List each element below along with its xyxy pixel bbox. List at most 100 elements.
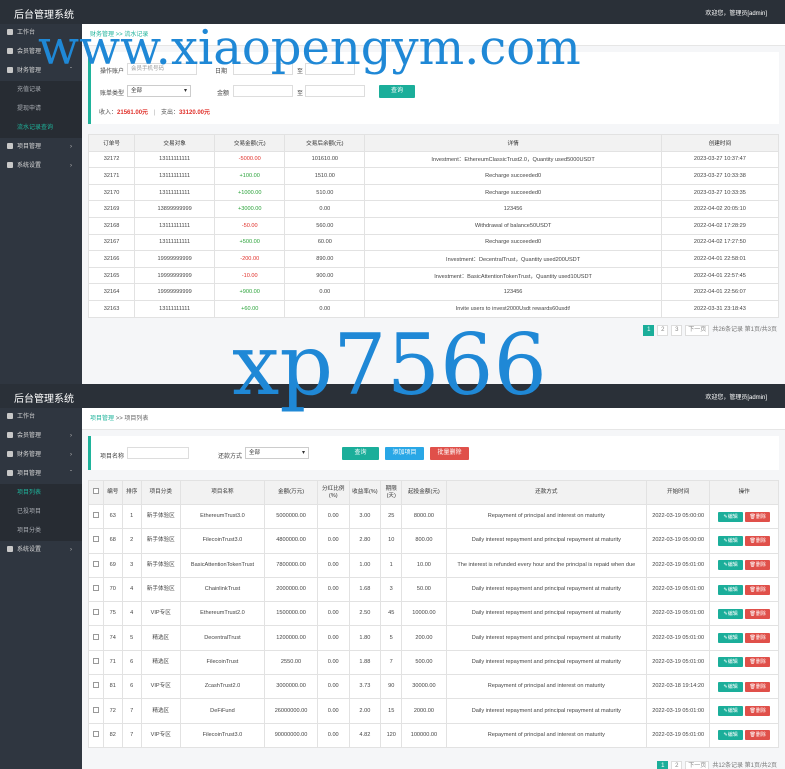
table-cell: 精选区 (140, 649, 181, 676)
checkbox[interactable] (92, 730, 99, 737)
delete-button[interactable]: 🗑删除 (745, 633, 771, 644)
delete-button[interactable]: 🗑删除 (745, 681, 771, 692)
delete-button[interactable]: 🗑删除 (745, 511, 771, 522)
sidebar-item[interactable]: 系统设置 › (0, 157, 82, 176)
select-all-checkbox[interactable] (88, 480, 104, 505)
search-button[interactable]: 查询 (379, 85, 415, 98)
finance-records-screen: 后台管理系统 欢迎您，管理员[admin] 工作台 会员管理 › 财务管理 ˇ 充值记录提… (0, 0, 785, 384)
delete-button[interactable]: 🗑删除 (745, 730, 771, 741)
page-button[interactable]: 2 (671, 761, 683, 769)
table-cell: 7 (380, 649, 403, 676)
table-cell: 500.00 (401, 649, 447, 676)
chevron-icon: › (70, 163, 72, 169)
project-name-input[interactable] (127, 447, 189, 459)
sidebar-item[interactable]: 财务管理 ˇ (0, 62, 82, 81)
edit-button[interactable]: ✎编辑 (718, 560, 744, 571)
row-checkbox[interactable] (88, 698, 104, 724)
table-row: 32170 13111111111 +1000.00 510.00 Recharge s… (87, 183, 780, 202)
delete-button[interactable]: 🗑删除 (745, 608, 771, 619)
checkbox[interactable] (92, 512, 99, 519)
method-select[interactable]: 全部 ▾ (245, 447, 309, 459)
account-input[interactable]: 会员手机号码 (127, 63, 197, 75)
table-row: 32167 13111111111 +500.00 60.00 Recharge suc… (87, 233, 780, 252)
edit-button[interactable]: ✎编辑 (718, 730, 744, 741)
row-actions: ✎编辑 🗑删除 (709, 722, 779, 748)
user-menu[interactable]: 欢迎您，管理员[admin] (705, 392, 767, 401)
search-button[interactable]: 查询 (342, 447, 379, 460)
table-row: 74 5 精选区 DecentralTrust 1200000.00 0.00 1.80 5 2… (88, 625, 779, 651)
page-button[interactable]: 2 (657, 325, 669, 336)
table-cell: 13111111111 (134, 299, 216, 318)
amount-max-input[interactable] (305, 85, 365, 97)
sidebar-subitem[interactable]: 充值记录 (0, 81, 82, 100)
sidebar-item[interactable]: 财务管理 › (0, 446, 82, 465)
page-button[interactable]: 1 (657, 761, 669, 769)
user-menu[interactable]: 欢迎您，管理员[admin] (705, 8, 767, 17)
date-from-input[interactable] (233, 63, 293, 75)
edit-button[interactable]: ✎编辑 (718, 681, 744, 692)
checkbox[interactable] (92, 657, 99, 664)
sidebar-item[interactable]: 系统设置 › (0, 541, 82, 560)
batch-delete-button[interactable]: 批量删除 (430, 447, 469, 460)
table-row: 32164 19999999999 +900.00 0.00 123456 2022-04… (87, 283, 780, 301)
row-checkbox[interactable] (88, 722, 104, 748)
sidebar-subitem[interactable]: 流水记录查询 (0, 119, 82, 138)
delete-button[interactable]: 🗑删除 (745, 535, 771, 546)
type-select[interactable]: 全部 ▾ (127, 85, 191, 97)
edit-button[interactable]: ✎编辑 (718, 584, 744, 595)
checkbox[interactable] (92, 560, 99, 567)
row-checkbox[interactable] (88, 576, 104, 603)
next-page-button[interactable]: 下一页 (685, 325, 710, 336)
row-checkbox[interactable] (88, 528, 104, 554)
table-cell: Daily interest repayment and principal r… (445, 601, 648, 627)
column-header: 交易对象 (134, 134, 216, 152)
page-button[interactable]: 3 (671, 325, 683, 336)
sidebar-item[interactable]: 会员管理 › (0, 43, 82, 62)
breadcrumb-link[interactable]: 项目管理 (90, 416, 114, 422)
project-list-screen: 后台管理系统 欢迎您，管理员[admin] 工作台 会员管理 › 财务管理 › 项目管理 ˇ… (0, 384, 785, 769)
checkbox[interactable] (92, 536, 99, 543)
sidebar-item[interactable]: 项目管理 ˇ (0, 465, 82, 484)
delete-button[interactable]: 🗑删除 (745, 560, 771, 571)
edit-button[interactable]: ✎编辑 (718, 706, 744, 717)
table-cell: 25 (380, 503, 403, 530)
next-page-button[interactable]: 下一页 (685, 761, 710, 769)
checkbox[interactable] (92, 609, 99, 616)
sidebar-item[interactable]: 工作台 (0, 24, 82, 43)
row-checkbox[interactable] (88, 601, 104, 627)
row-checkbox[interactable] (88, 625, 104, 651)
delete-button[interactable]: 🗑删除 (745, 706, 771, 717)
sidebar-item[interactable]: 工作台 (0, 408, 82, 427)
sidebar-subitem[interactable]: 提现申请 (0, 100, 82, 119)
table-cell: 1500000.00 (264, 601, 318, 627)
table-cell: 32170 (87, 183, 136, 202)
row-checkbox[interactable] (88, 552, 104, 578)
sidebar-item[interactable]: 会员管理 › (0, 427, 82, 446)
table-cell: 32168 (87, 216, 136, 235)
column-header: 订单号 (87, 134, 136, 152)
row-checkbox[interactable] (88, 649, 104, 676)
checkbox[interactable] (92, 633, 99, 640)
delete-button[interactable]: 🗑删除 (745, 584, 771, 595)
sidebar-subitem[interactable]: 项目列表 (0, 484, 82, 503)
date-to-input[interactable] (305, 63, 355, 75)
sidebar-subitem[interactable]: 项目分类 (0, 522, 82, 541)
amount-min-input[interactable] (233, 85, 293, 97)
edit-button[interactable]: ✎编辑 (718, 657, 744, 668)
row-checkbox[interactable] (88, 674, 104, 700)
checkbox[interactable] (92, 585, 99, 592)
sidebar-subitem[interactable]: 已投项目 (0, 503, 82, 522)
edit-button[interactable]: ✎编辑 (718, 633, 744, 644)
edit-button[interactable]: ✎编辑 (718, 511, 744, 522)
checkbox[interactable] (92, 706, 99, 713)
table-cell: 13899999999 (134, 200, 216, 218)
delete-button[interactable]: 🗑删除 (745, 657, 771, 668)
edit-button[interactable]: ✎编辑 (718, 608, 744, 619)
page-button[interactable]: 1 (643, 325, 655, 336)
checkbox[interactable] (92, 682, 99, 689)
row-checkbox[interactable] (88, 503, 104, 530)
add-project-button[interactable]: 添加项目 (385, 447, 424, 460)
sidebar-item[interactable]: 项目管理 › (0, 138, 82, 157)
edit-button[interactable]: ✎编辑 (718, 535, 744, 546)
checkbox[interactable] (92, 488, 99, 494)
